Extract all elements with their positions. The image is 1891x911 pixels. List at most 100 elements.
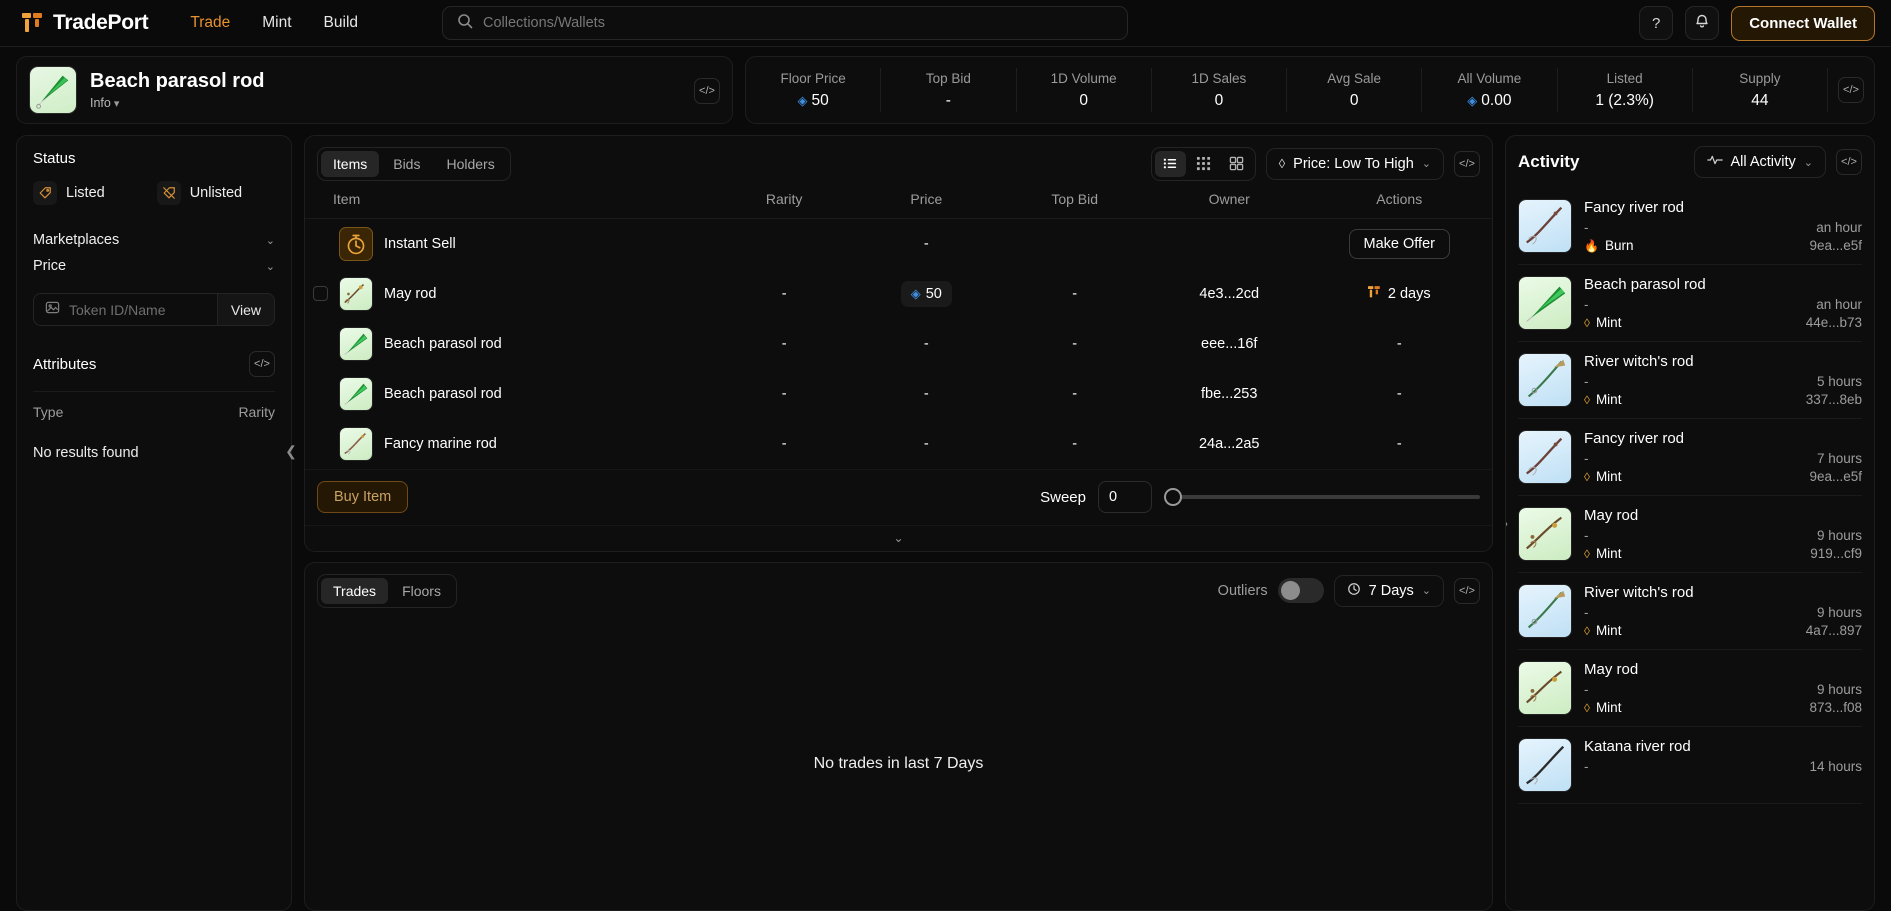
- collection-info-toggle[interactable]: Info ▾: [90, 96, 119, 110]
- sweep-slider[interactable]: [1164, 487, 1480, 507]
- activity-item-time: 14 hours: [1809, 759, 1862, 774]
- small-grid-view-button[interactable]: [1188, 151, 1219, 177]
- activity-filter-dropdown[interactable]: All Activity ⌄: [1693, 146, 1826, 178]
- list-item[interactable]: May rod - 9 hours ◊ Mint 873...f08: [1518, 650, 1862, 727]
- stat-number: 44: [1751, 91, 1769, 109]
- activity-collapse-handle[interactable]: ❯: [1506, 514, 1510, 532]
- chevron-down-icon: ⌄: [265, 260, 275, 273]
- row-checkbox[interactable]: [313, 286, 328, 301]
- list-item[interactable]: River witch's rod - 9 hours ◊ Mint 4a7..…: [1518, 573, 1862, 650]
- list-item[interactable]: Fancy river rod - 7 hours ◊ Mint 9ea...e…: [1518, 419, 1862, 496]
- topnav-right-group: ? Connect Wallet: [1639, 5, 1875, 41]
- outliers-toggle[interactable]: [1277, 578, 1324, 603]
- trades-toolbar: Trades Floors Outliers 7 Days ⌄ </>: [305, 563, 1492, 619]
- cell-owner[interactable]: 4e3...2cd: [1152, 269, 1307, 319]
- activity-item-hash[interactable]: 9ea...e5f: [1809, 469, 1862, 484]
- sort-dropdown[interactable]: ◊ Price: Low To High ⌄: [1265, 147, 1444, 180]
- tab-trades[interactable]: Trades: [321, 577, 389, 604]
- activity-item-hash[interactable]: 44e...b73: [1806, 315, 1862, 330]
- status-label: Listed: [66, 185, 105, 201]
- make-offer-button[interactable]: Make Offer: [1348, 228, 1450, 259]
- collection-code-button[interactable]: </>: [694, 78, 720, 104]
- search-input[interactable]: [483, 15, 1114, 31]
- status-filter-unlisted[interactable]: Unlisted: [156, 181, 242, 205]
- table-row[interactable]: May rod - ◈ 50 - 4e3...2cd 2 days: [305, 269, 1492, 319]
- table-row[interactable]: Beach parasol rod - - - eee...16f -: [305, 319, 1492, 369]
- token-id-input[interactable]: [69, 301, 206, 318]
- token-search-field[interactable]: [33, 293, 217, 326]
- cell-owner[interactable]: fbe...253: [1152, 369, 1307, 419]
- trades-code-button[interactable]: </>: [1454, 577, 1480, 604]
- stat-number: 0: [1349, 91, 1359, 109]
- sweep-input[interactable]: [1098, 481, 1152, 513]
- list-item[interactable]: Fancy river rod - an hour 🔥 Burn 9ea...e…: [1518, 188, 1862, 265]
- stat-number: 50: [811, 91, 829, 109]
- cell-top-bid: -: [1072, 335, 1078, 352]
- cell-owner[interactable]: 24a...2a5: [1152, 419, 1307, 469]
- item-name: Beach parasol rod: [384, 385, 502, 402]
- column-top-bid: Top Bid: [997, 191, 1152, 219]
- activity-item-hash[interactable]: 9ea...e5f: [1809, 238, 1862, 253]
- help-button[interactable]: ?: [1639, 6, 1674, 40]
- trades-tabs: Trades Floors: [317, 573, 457, 608]
- large-grid-view-button[interactable]: [1221, 151, 1252, 177]
- activity-item-price: -: [1584, 451, 1589, 466]
- tab-bids[interactable]: Bids: [381, 151, 432, 177]
- activity-item-hash[interactable]: 919...cf9: [1810, 546, 1862, 561]
- items-code-button[interactable]: </>: [1454, 150, 1480, 177]
- tab-items[interactable]: Items: [321, 150, 380, 177]
- nav-link-build[interactable]: Build: [324, 14, 358, 32]
- brand-logo-group[interactable]: TradePort: [22, 11, 149, 35]
- token-view-button[interactable]: View: [216, 293, 275, 326]
- code-icon: </>: [1843, 84, 1859, 96]
- time-range-dropdown[interactable]: 7 Days ⌄: [1333, 574, 1444, 607]
- stats-code-button[interactable]: </>: [1838, 77, 1864, 103]
- activity-code-button[interactable]: </>: [1836, 149, 1862, 175]
- attr-column-type: Type: [33, 404, 64, 420]
- buy-item-button[interactable]: Buy Item: [317, 481, 409, 513]
- list-view-button[interactable]: [1154, 150, 1186, 177]
- table-row[interactable]: Fancy marine rod - - - 24a...2a5 -: [305, 419, 1492, 469]
- cell-owner[interactable]: eee...16f: [1152, 319, 1307, 369]
- list-item[interactable]: Katana river rod - 14 hours: [1518, 727, 1862, 804]
- filter-section-price[interactable]: Price ⌄: [33, 253, 275, 279]
- sidebar-collapse-handle[interactable]: ❮: [282, 436, 300, 466]
- activity-item-name: May rod: [1584, 661, 1639, 678]
- sweep-label: Sweep: [1040, 488, 1086, 506]
- bell-icon: [1694, 13, 1710, 33]
- parasol-rod-art-icon: [339, 376, 373, 411]
- nav-link-trade[interactable]: Trade: [190, 14, 230, 32]
- table-row[interactable]: Instant Sell - Make Offer: [305, 219, 1492, 269]
- activity-item-hash[interactable]: 873...f08: [1809, 700, 1862, 715]
- tab-floors[interactable]: Floors: [390, 578, 453, 604]
- list-item[interactable]: River witch's rod - 5 hours ◊ Mint 337..…: [1518, 342, 1862, 419]
- notifications-button[interactable]: [1685, 6, 1720, 40]
- attributes-code-button[interactable]: </>: [249, 351, 275, 377]
- table-row[interactable]: Beach parasol rod - - - fbe...253 -: [305, 369, 1492, 419]
- list-item[interactable]: May rod - 9 hours ◊ Mint 919...cf9: [1518, 496, 1862, 573]
- activity-item-hash[interactable]: 337...8eb: [1806, 392, 1862, 407]
- trades-panel: Trades Floors Outliers 7 Days ⌄ </> No t…: [304, 561, 1493, 911]
- slider-knob[interactable]: [1164, 488, 1182, 506]
- status-filter-listed[interactable]: Listed: [33, 181, 105, 205]
- activity-item-time: 7 hours: [1816, 451, 1862, 466]
- slider-track: [1164, 495, 1480, 499]
- global-search[interactable]: [442, 6, 1129, 40]
- activity-item-price: -: [1584, 605, 1589, 620]
- image-icon: [45, 300, 60, 320]
- connect-wallet-button[interactable]: Connect Wallet: [1731, 5, 1875, 41]
- list-item[interactable]: Beach parasol rod - an hour ◊ Mint 44e..…: [1518, 265, 1862, 342]
- token-search-row: View: [33, 293, 275, 326]
- activity-list: Fancy river rod - an hour 🔥 Burn 9ea...e…: [1506, 188, 1874, 910]
- panel-collapse-toggle[interactable]: ⌄: [305, 524, 1492, 551]
- stat-avg-sale: Avg Sale 0: [1287, 68, 1423, 112]
- price-value: 50: [925, 285, 942, 302]
- toggle-knob: [1280, 581, 1300, 600]
- activity-item-hash[interactable]: 4a7...897: [1806, 623, 1862, 638]
- filter-section-marketplaces[interactable]: Marketplaces ⌄: [33, 227, 275, 253]
- sweep-controls: Sweep: [1040, 481, 1480, 513]
- kind-label: Mint: [1595, 623, 1622, 638]
- nav-link-mint[interactable]: Mint: [262, 14, 291, 32]
- primary-nav: Trade Mint Build: [190, 14, 358, 32]
- tab-holders[interactable]: Holders: [434, 151, 506, 177]
